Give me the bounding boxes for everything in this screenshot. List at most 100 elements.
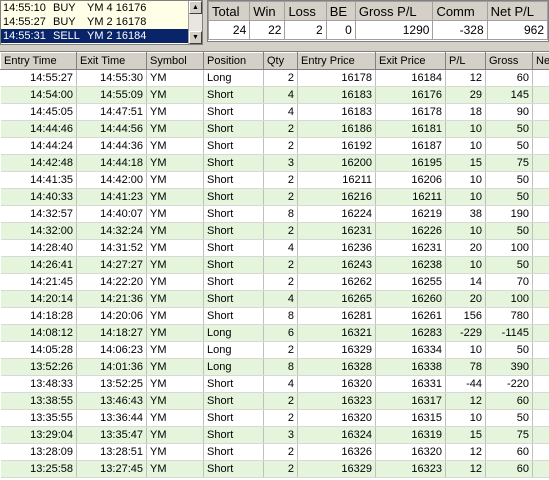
table-cell: 50 [486,138,533,155]
table-cell: -1145 [486,325,533,342]
table-row[interactable]: 13:25:5813:27:45YMShort216329163231260 [1,461,549,478]
table-cell: 16261 [376,308,446,325]
table-cell: 13:52:26 [1,359,77,376]
table-cell: - [533,325,549,342]
trades-grid[interactable]: Entry TimeExit TimeSymbolPositionQtyEntr… [0,51,549,480]
table-row[interactable]: 14:44:4614:44:56YMShort216186161811050 [1,121,549,138]
table-row[interactable]: 13:38:5513:46:43YMShort216323163171260 [1,393,549,410]
message-time: 14:55:31 [3,29,53,43]
table-row[interactable]: 13:48:3313:52:25YMShort41632016331-44-22… [1,376,549,393]
table-row[interactable]: 14:32:5714:40:07YMShort8162241621938190 [1,206,549,223]
table-row[interactable]: 14:20:1414:21:36YMShort4162651626020100 [1,291,549,308]
column-header[interactable]: Exit Price [376,53,446,70]
scroll-down-icon[interactable]: ▼ [189,31,202,44]
table-cell: -229 [446,325,486,342]
table-cell: 50 [486,342,533,359]
table-cell: 2 [264,461,298,478]
table-row[interactable]: 13:29:0413:35:47YMShort316324163191575 [1,427,549,444]
table-cell: 2 [264,121,298,138]
column-header[interactable]: Symbol [147,53,204,70]
table-row[interactable]: 14:55:2714:55:30YMLong216178161841260 [1,70,549,87]
table-cell: 14:20:14 [1,291,77,308]
message-list-scrollbar[interactable]: ▲ ▼ [188,1,202,44]
table-cell [533,70,549,87]
table-cell: 14:44:56 [77,121,147,138]
table-cell: Short [204,104,264,121]
table-cell [533,359,549,376]
table-row[interactable]: 14:42:4814:44:18YMShort316200161951575 [1,155,549,172]
table-row[interactable]: 14:28:4014:31:52YMShort4162361623120100 [1,240,549,257]
table-cell: 15 [446,427,486,444]
column-header[interactable]: Gross [486,53,533,70]
table-cell: 14:20:06 [77,308,147,325]
table-cell: 10 [446,121,486,138]
summary-header: BE [326,2,355,21]
table-cell: 20 [446,291,486,308]
table-cell: 2 [264,189,298,206]
table-cell: 16186 [298,121,376,138]
table-cell: Long [204,359,264,376]
table-cell [533,461,549,478]
table-row[interactable]: 14:54:0014:55:09YMShort4161831617629145 [1,87,549,104]
table-row[interactable]: 14:32:0014:32:24YMShort216231162261050 [1,223,549,240]
summary-value: -328 [433,21,487,40]
table-cell: 16219 [376,206,446,223]
column-header[interactable]: Entry Time [1,53,77,70]
table-cell: Short [204,444,264,461]
table-cell: 390 [486,359,533,376]
table-cell [533,291,549,308]
column-header[interactable]: Entry Price [298,53,376,70]
table-cell: -44 [446,376,486,393]
table-cell: Short [204,274,264,291]
table-cell [533,342,549,359]
table-row[interactable]: 14:44:2414:44:36YMShort216192161871050 [1,138,549,155]
table-row[interactable]: 14:05:2814:06:23YMLong216329163341050 [1,342,549,359]
column-header[interactable]: Position [204,53,264,70]
message-time: 14:55:27 [3,15,53,29]
table-row[interactable]: 14:21:4514:22:20YMShort216262162551470 [1,274,549,291]
table-row[interactable]: 13:52:2614:01:36YMLong8163281633878390 [1,359,549,376]
table-cell: 16178 [298,70,376,87]
table-cell: 16329 [298,461,376,478]
column-header[interactable]: Qty [264,53,298,70]
table-cell: 2 [264,257,298,274]
message-item[interactable]: 14:55:10BUYYM 4 16176 [1,1,202,15]
table-row[interactable]: 13:35:5513:36:44YMShort216320163151050 [1,410,549,427]
table-row[interactable]: 14:41:3514:42:00YMShort216211162061050 [1,172,549,189]
table-cell: 13:25:58 [1,461,77,478]
table-cell: 13:35:55 [1,410,77,427]
table-cell: 18 [446,104,486,121]
table-cell: Short [204,427,264,444]
table-cell: 16176 [376,87,446,104]
column-header[interactable]: Exit Time [77,53,147,70]
table-row[interactable]: 14:18:2814:20:06YMShort81628116261156780 [1,308,549,325]
table-cell: 145 [486,87,533,104]
table-cell: 14:45:05 [1,104,77,121]
message-item[interactable]: 14:55:27BUYYM 2 16178 [1,15,202,29]
table-cell: 13:46:43 [77,393,147,410]
column-header[interactable]: Ne [533,53,549,70]
order-message-list[interactable]: 14:55:10BUYYM 4 1617614:55:27BUYYM 2 161… [0,0,203,45]
column-header[interactable]: P/L [446,53,486,70]
table-cell: 2 [264,70,298,87]
table-row[interactable]: 14:08:1214:18:27YMLong61632116283-229-11… [1,325,549,342]
table-cell: 14:01:36 [77,359,147,376]
table-cell: 16317 [376,393,446,410]
table-row[interactable]: 14:45:0514:47:51YMShort416183161781890 [1,104,549,121]
table-cell: Short [204,410,264,427]
table-cell: 60 [486,393,533,410]
table-cell: Long [204,325,264,342]
table-row[interactable]: 14:26:4114:27:27YMShort216243162381050 [1,257,549,274]
table-cell: 14:55:30 [77,70,147,87]
table-row[interactable]: 14:40:3314:41:23YMShort216216162111050 [1,189,549,206]
table-cell: YM [147,359,204,376]
scroll-up-icon[interactable]: ▲ [189,1,202,14]
table-cell: 16320 [298,376,376,393]
table-cell: YM [147,376,204,393]
table-cell: 16265 [298,291,376,308]
table-row[interactable]: 13:28:0913:28:51YMShort216326163201260 [1,444,549,461]
table-cell: Short [204,121,264,138]
table-cell: 13:29:04 [1,427,77,444]
message-item[interactable]: 14:55:31SELLYM 2 16184 [1,29,202,43]
table-cell: 29 [446,87,486,104]
